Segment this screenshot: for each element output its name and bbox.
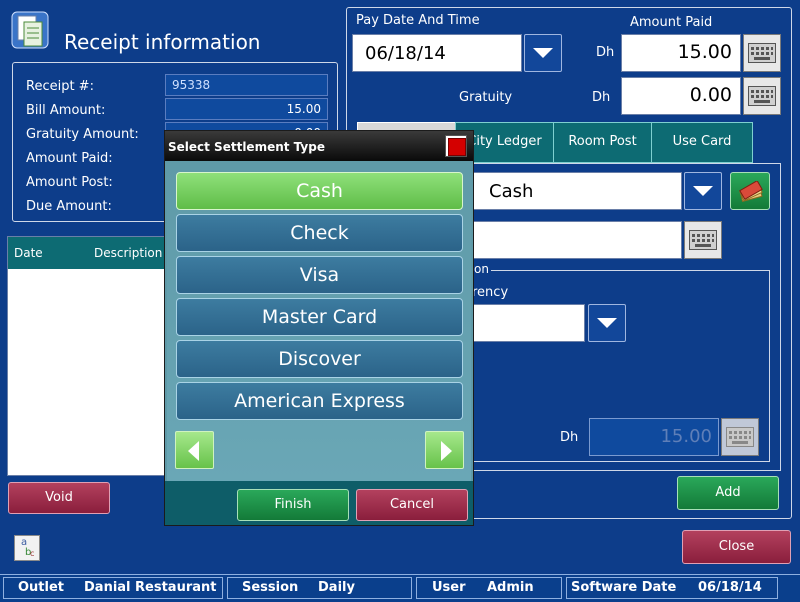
settlement-option-check[interactable]: Check [176,214,463,252]
dialog-title: Select Settlement Type [168,140,325,154]
payments-table: Date Description [7,236,177,476]
settlement-option-cash[interactable]: Cash [176,172,463,210]
status-user: User Admin [416,577,562,599]
chevron-down-icon [693,186,713,196]
close-button[interactable]: Close [682,530,791,564]
amount-paid-label: Amount Paid: [26,151,113,166]
chevron-down-icon [597,318,617,328]
chevron-left-icon [188,441,199,461]
gratuity-value: 0.00 [689,84,732,106]
keyboard-icon [689,230,717,250]
amount-paid-field[interactable]: 15.00 [621,34,741,72]
page-title: Receipt information [64,30,261,54]
amount-currency: Dh [560,430,579,445]
keyboard-icon [748,86,776,106]
gratuity-amount-label: Gratuity Amount: [26,127,139,142]
settlement-option-master-card[interactable]: Master Card [176,298,463,336]
status-outlet: Outlet Danial Restaurant [3,577,223,599]
col-header-date: Date [14,246,43,260]
currency-group-title: on [472,262,491,276]
keyboard-icon [726,427,754,447]
bill-amount-label: Bill Amount: [26,103,106,118]
close-icon [448,138,466,156]
settlement-option-american-express[interactable]: American Express [176,382,463,420]
amount-paid-header-label: Amount Paid [630,15,713,30]
keyboard-icon [748,43,776,63]
dialog-titlebar: Select Settlement Type [165,131,473,161]
amount-paid-keyboard-button[interactable] [743,34,781,72]
col-header-description: Description [94,246,163,260]
amount-paid-value: 15.00 [677,41,732,63]
settlement-option-discover[interactable]: Discover [176,340,463,378]
currency-select-field[interactable] [470,304,585,342]
status-software-date: Software Date 06/18/14 [566,577,778,599]
amount-value: 15.00 [660,426,712,447]
currency-label: rency [472,285,509,300]
gratuity-keyboard-button[interactable] [743,77,781,115]
receipt-no-label: Receipt #: [26,79,94,94]
pay-date-field[interactable]: 06/18/14 [352,34,522,72]
amount-field[interactable]: 15.00 [589,418,719,456]
amount-keyboard-button[interactable] [721,418,759,456]
cancel-button[interactable]: Cancel [356,489,468,521]
finish-button[interactable]: Finish [237,489,349,521]
void-button[interactable]: Void [8,482,110,514]
scroll-right-button[interactable] [425,431,464,469]
tab-room-post[interactable]: Room Post [553,122,652,163]
money-icon [739,181,763,203]
pay-date-label: Pay Date And Time [356,13,480,28]
gratuity-currency: Dh [592,90,611,105]
amount-paid-currency: Dh [596,45,615,60]
chevron-right-icon [441,441,452,461]
pay-date-value: 06/18/14 [365,43,446,64]
gratuity-field[interactable]: 0.00 [621,77,741,115]
bill-amount-value: 15.00 [286,102,321,116]
settlement-dialog: Select Settlement Type Cash Check Visa Mast… [164,130,474,526]
reference-keyboard-button[interactable] [684,221,722,259]
receipt-no-field: 95338 [165,74,328,96]
cash-notes-button[interactable] [730,172,770,210]
dialog-close-button[interactable] [445,135,467,157]
settlement-type-value: Cash [489,181,534,202]
payments-table-header: Date Description [8,237,176,269]
add-button[interactable]: Add [677,476,779,510]
pay-date-dropdown-button[interactable] [524,34,562,72]
reference-field[interactable] [470,221,682,259]
settlement-type-dropdown-button[interactable] [684,172,722,210]
currency-dropdown-button[interactable] [588,304,626,342]
bill-amount-field: 15.00 [165,98,328,120]
status-session: Session Daily [227,577,412,599]
scroll-left-button[interactable] [175,431,214,469]
settlement-type-field[interactable]: Cash [470,172,682,210]
receipt-icon [10,10,50,50]
settlement-option-visa[interactable]: Visa [176,256,463,294]
receipt-no-value: 95338 [172,78,211,92]
amount-post-label: Amount Post: [26,175,113,190]
gratuity-label: Gratuity [459,90,513,105]
tab-use-card[interactable]: Use Card [651,122,753,163]
chevron-down-icon [533,48,553,58]
due-amount-label: Due Amount: [26,199,112,214]
spellcheck-icon[interactable]: a b c [14,535,40,561]
